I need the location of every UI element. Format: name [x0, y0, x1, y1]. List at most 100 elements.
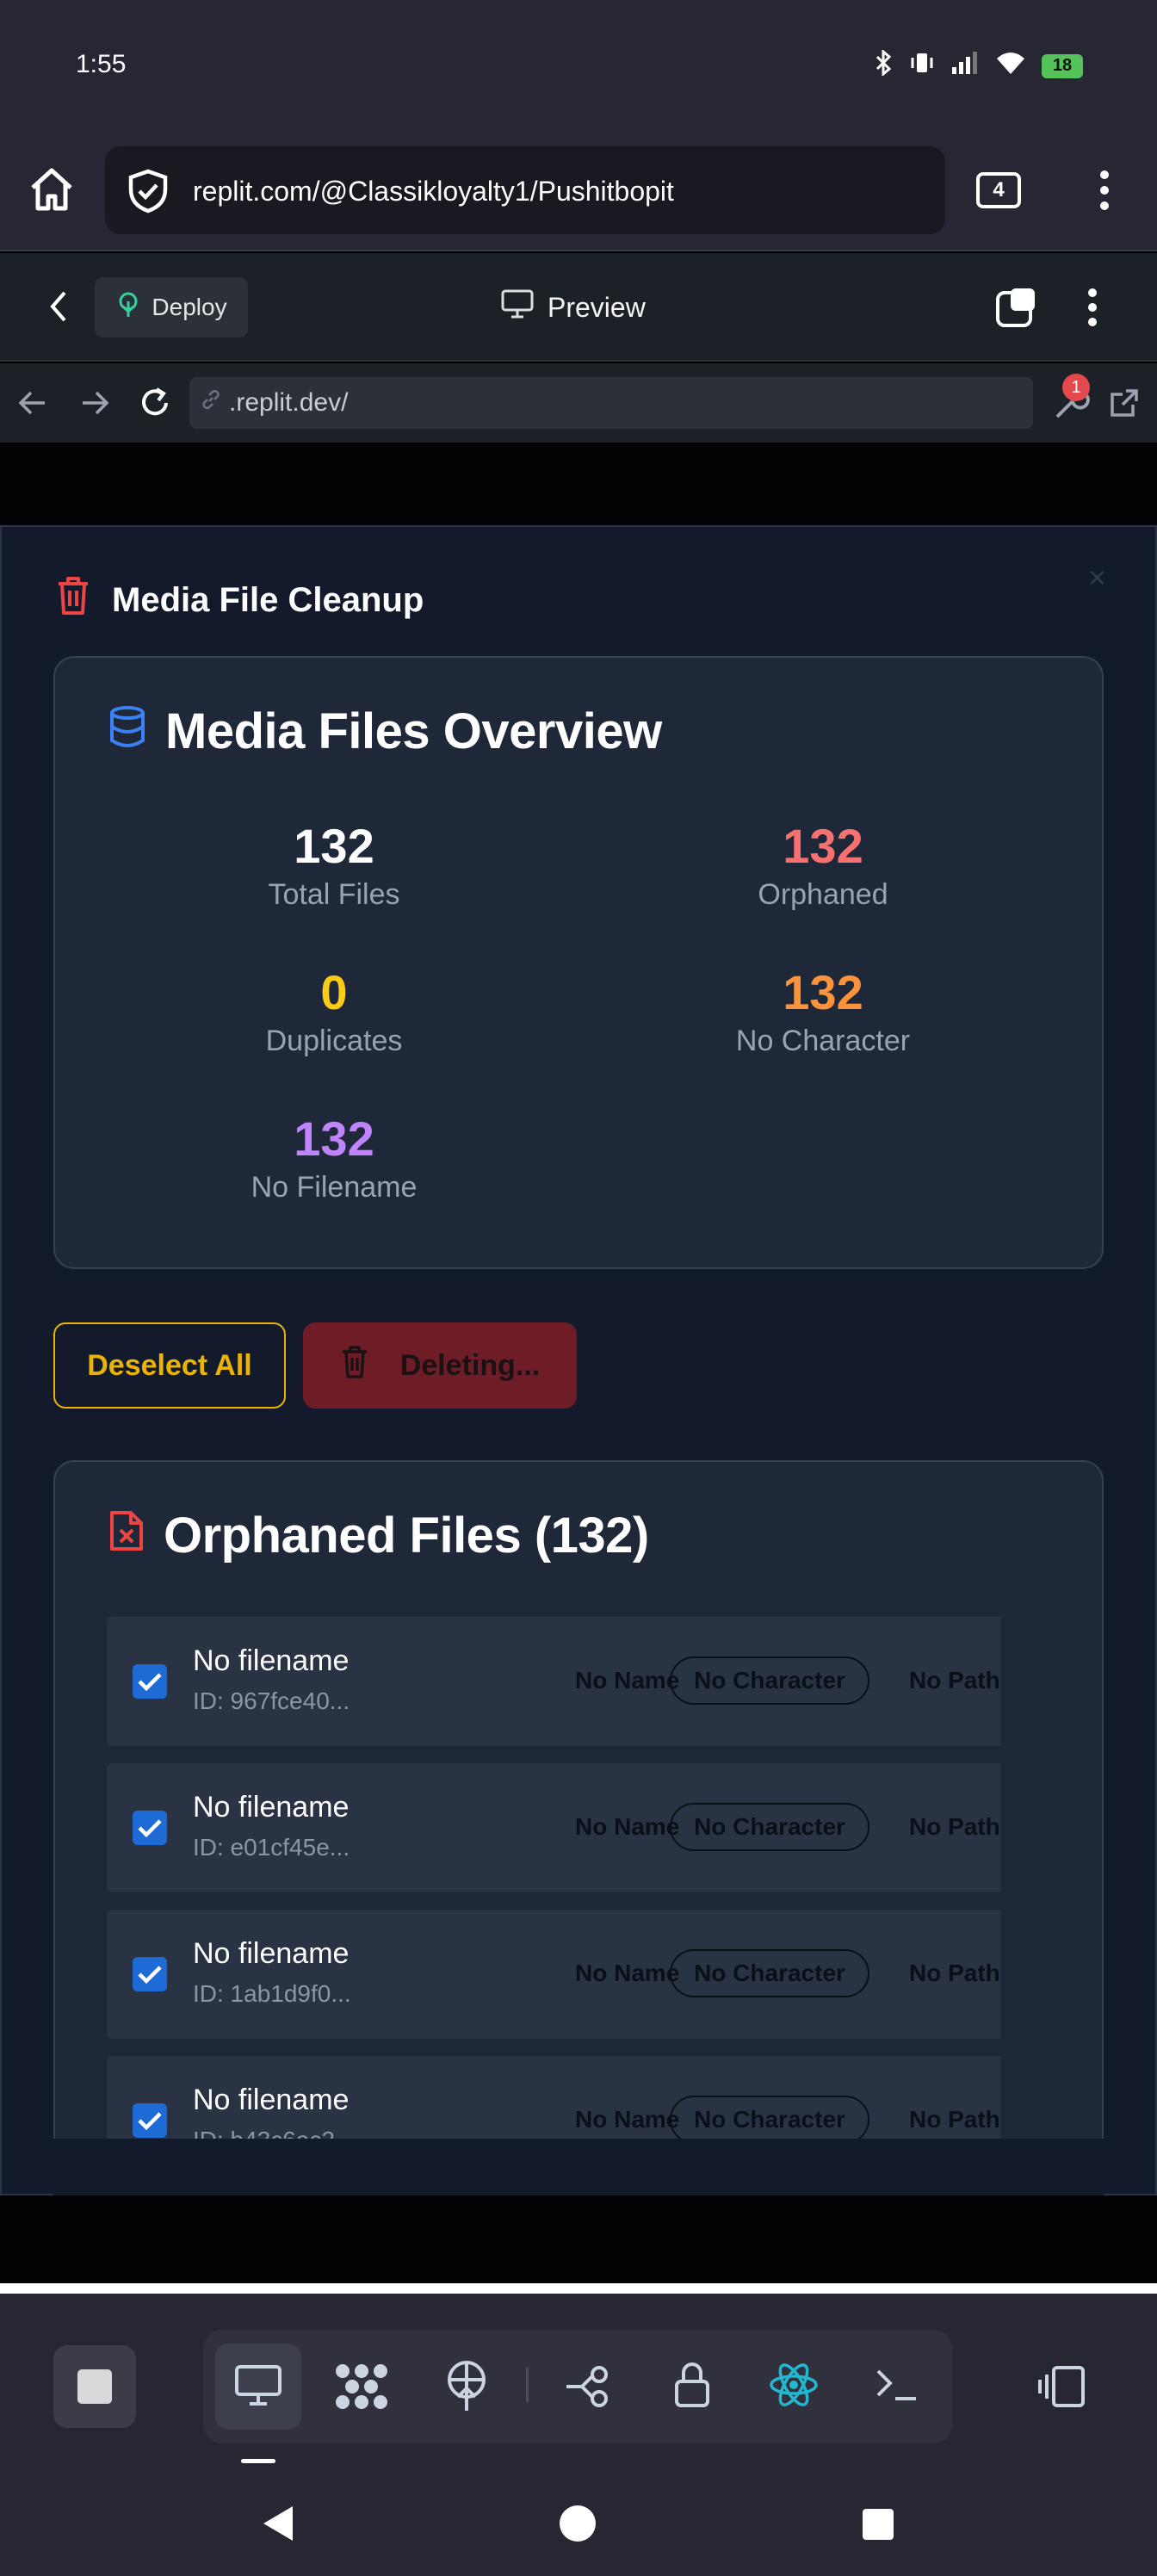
file-checkbox[interactable]: [133, 1664, 167, 1699]
stat-label: Total Files: [268, 878, 400, 911]
file-name: No filename: [193, 1937, 350, 1970]
file-id: ID: 967fce40...: [193, 1687, 350, 1714]
page-backdrop-top: [0, 443, 1157, 525]
stat-value: 132: [294, 1112, 374, 1166]
character-badge: No Character: [670, 1656, 869, 1705]
stat-label: No Filename: [251, 1171, 418, 1204]
agent-icon[interactable]: [334, 2362, 389, 2415]
nav-back-icon[interactable]: [260, 2504, 296, 2548]
stat-no-character: 132 No Character: [608, 964, 1038, 1061]
deploy-dock-icon[interactable]: [442, 2359, 491, 2417]
refresh-icon[interactable]: [138, 386, 172, 424]
react-icon[interactable]: [768, 2361, 820, 2413]
file-row[interactable]: No filename ID: e01cf45e... No Name No C…: [107, 1763, 1000, 1892]
stat-value: 132: [783, 965, 863, 1019]
status-time: 1:55: [76, 50, 127, 78]
file-row[interactable]: No filename ID: b43c6ac2... No Name No C…: [107, 2056, 1000, 2142]
deselect-all-button[interactable]: Deselect All: [53, 1322, 286, 1409]
arrow-forward-icon[interactable]: [79, 389, 110, 421]
orphaned-file-list: No filename ID: 967fce40... No Name No C…: [53, 1617, 1000, 2142]
file-x-icon: [108, 1507, 145, 1564]
character-badge: No Character: [670, 2096, 869, 2142]
battery-icon: 18: [1042, 53, 1083, 78]
deploy-label: Deploy: [152, 294, 227, 320]
preview-label: Preview: [548, 291, 646, 323]
file-path: No Path: [909, 1667, 1000, 1694]
wifi-icon: [995, 50, 1026, 82]
file-checkbox[interactable]: [133, 1811, 167, 1845]
trash-icon: [55, 575, 91, 625]
file-path: No Path: [909, 2106, 1000, 2133]
preview-monitor-icon[interactable]: [234, 2364, 282, 2412]
file-checkbox[interactable]: [133, 1957, 167, 1991]
git-branch-icon[interactable]: [563, 2364, 613, 2413]
check-icon: [138, 1673, 162, 1692]
split-panes-icon[interactable]: [995, 286, 1038, 333]
stop-icon: [77, 2369, 112, 2404]
deploy-icon: [115, 291, 141, 325]
database-icon: [108, 703, 146, 760]
panels-icon[interactable]: [1036, 2364, 1086, 2413]
file-id: ID: 1ab1d9f0...: [193, 1980, 351, 2007]
preview-tab[interactable]: Preview: [501, 289, 646, 325]
file-row[interactable]: No filename ID: 967fce40... No Name No C…: [107, 1617, 1000, 1746]
file-name: No filename: [193, 1791, 350, 1824]
stat-total-files: 132 Total Files: [119, 818, 549, 914]
stat-duplicates: 0 Duplicates: [119, 964, 549, 1061]
orphaned-title-text: Orphaned Files (132): [164, 1508, 649, 1564]
file-display-name: No Name: [575, 1960, 680, 1986]
check-icon: [138, 1966, 162, 1985]
open-external-icon[interactable]: [1109, 387, 1140, 423]
stat-label: Duplicates: [265, 1025, 403, 1057]
overview-title-text: Media Files Overview: [165, 703, 662, 759]
replit-more-icon[interactable]: [1081, 288, 1104, 331]
bluetooth-icon: [875, 48, 894, 82]
notification-badge: 1: [1062, 374, 1090, 401]
file-name: No filename: [193, 1644, 350, 1677]
lock-icon[interactable]: [673, 2361, 711, 2413]
character-badge: No Character: [670, 1803, 869, 1851]
nav-home-icon[interactable]: [558, 2504, 597, 2548]
monitor-icon: [501, 289, 534, 325]
character-badge: No Character: [670, 1949, 869, 1997]
stat-no-filename: 132 No Filename: [119, 1111, 549, 1207]
file-path: No Path: [909, 1813, 1000, 1840]
modal-title: Media File Cleanup: [55, 575, 424, 625]
deploy-button[interactable]: Deploy: [95, 277, 248, 337]
shield-check-icon[interactable]: [127, 169, 169, 218]
check-icon: [138, 2112, 162, 2131]
file-checkbox[interactable]: [133, 2103, 167, 2138]
file-row[interactable]: No filename ID: 1ab1d9f0... No Name No C…: [107, 1910, 1000, 2039]
more-vert-icon[interactable]: [1092, 169, 1117, 216]
stat-value: 0: [320, 965, 348, 1019]
file-id: ID: e01cf45e...: [193, 1834, 350, 1861]
terminal-icon[interactable]: [875, 2366, 919, 2408]
trash-icon: [340, 1345, 369, 1387]
stat-label: No Character: [735, 1025, 911, 1057]
overview-title: Media Files Overview: [108, 703, 662, 760]
signal-icon: [950, 50, 980, 82]
check-icon: [138, 1819, 162, 1838]
arrow-back-icon[interactable]: [17, 389, 48, 421]
modal-close-button[interactable]: ×: [1088, 560, 1106, 596]
delete-selected-button[interactable]: Deleting...: [303, 1322, 577, 1409]
dock-active-indicator: [241, 2459, 275, 2463]
stat-label: Orphaned: [758, 878, 888, 911]
keyboard-edge: [0, 2283, 1157, 2294]
back-chevron-icon[interactable]: [48, 289, 69, 328]
status-icons: 18: [875, 48, 1083, 82]
file-display-name: No Name: [575, 1667, 680, 1694]
webview-address-field[interactable]: .replit.dev/: [189, 377, 1033, 429]
file-display-name: No Name: [575, 2106, 680, 2133]
stat-orphaned: 132 Orphaned: [608, 818, 1038, 914]
stat-value: 132: [783, 819, 863, 873]
orphaned-title: Orphaned Files (132): [108, 1507, 649, 1564]
file-path: No Path: [909, 1960, 1000, 1986]
home-icon[interactable]: [28, 165, 76, 218]
tab-switcher-button[interactable]: 4: [976, 172, 1021, 208]
url-text[interactable]: replit.com/@Classikloyalty1/Pushitbopit: [193, 176, 674, 207]
file-name: No filename: [193, 2084, 350, 2116]
file-display-name: No Name: [575, 1813, 680, 1840]
page-backdrop-bottom: [0, 2195, 1157, 2283]
nav-recents-icon[interactable]: [861, 2507, 895, 2546]
